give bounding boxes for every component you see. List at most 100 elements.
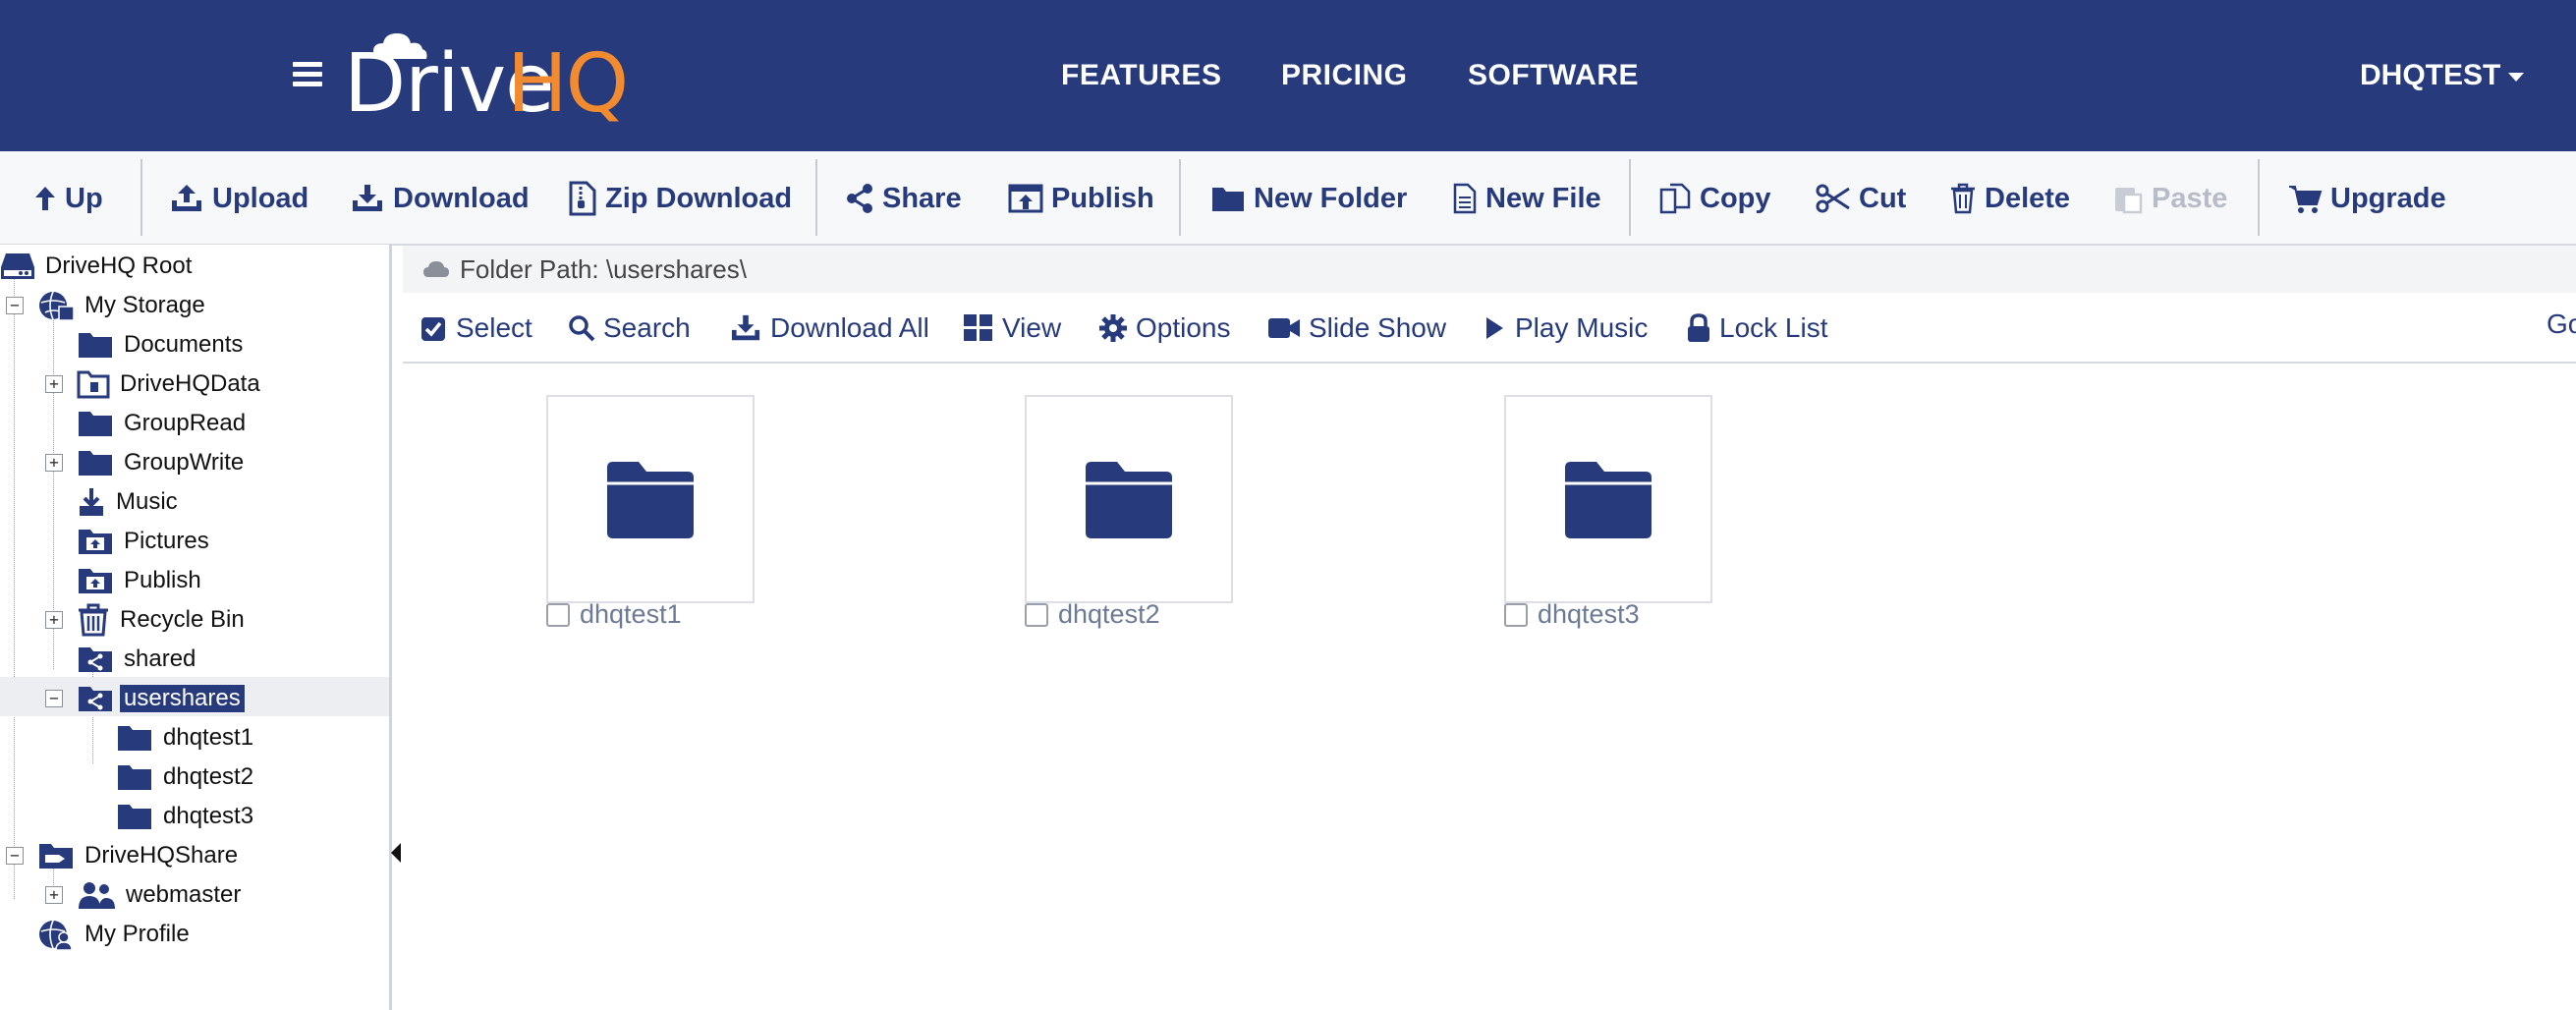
tree-item-dhqtest1[interactable]: dhqtest1 bbox=[116, 720, 257, 756]
profile-globe-icon bbox=[39, 920, 73, 951]
tree-item-dhqtest2[interactable]: dhqtest2 bbox=[116, 759, 257, 795]
collapse-toggle[interactable]: − bbox=[45, 690, 63, 707]
tree-item-usershares[interactable]: usershares bbox=[77, 681, 246, 716]
shopping-cart-icon bbox=[2289, 186, 2323, 213]
search-button[interactable]: Search bbox=[568, 309, 691, 348]
new-folder-button[interactable]: New Folder bbox=[1210, 177, 1407, 220]
globe-storage-icon bbox=[39, 291, 75, 321]
copy-icon bbox=[1659, 183, 1691, 214]
view-button[interactable]: View bbox=[963, 309, 1061, 348]
folder-checkbox[interactable] bbox=[1025, 602, 1048, 627]
chevron-down-icon bbox=[2508, 72, 2525, 82]
share-hub-icon bbox=[39, 844, 73, 869]
tree-item-my-profile[interactable]: My Profile bbox=[37, 917, 194, 952]
play-icon bbox=[1486, 317, 1503, 339]
user-menu[interactable]: DHQTEST bbox=[2360, 59, 2525, 92]
tree-guide-line bbox=[14, 274, 15, 899]
file-toolbar: Up Upload Download Zip Download Share Pu… bbox=[0, 151, 2576, 246]
folder-icon bbox=[118, 726, 151, 751]
tree-item-webmaster[interactable]: webmaster bbox=[77, 877, 245, 913]
toolbar-divider bbox=[2258, 159, 2260, 236]
drivehq-logo[interactable]: Drive HQ bbox=[344, 28, 629, 131]
delete-button[interactable]: Delete bbox=[1949, 177, 2070, 220]
nav-software[interactable]: SOFTWARE bbox=[1468, 59, 1639, 92]
file-icon bbox=[1453, 183, 1477, 214]
zip-file-icon bbox=[569, 181, 596, 216]
upgrade-button[interactable]: Upgrade bbox=[2287, 177, 2446, 220]
options-button[interactable]: Options bbox=[1098, 309, 1231, 348]
select-button[interactable]: Select bbox=[420, 309, 532, 348]
music-download-icon bbox=[80, 488, 103, 516]
collapse-sidebar-arrow-icon[interactable] bbox=[391, 843, 401, 863]
publish-icon bbox=[1008, 184, 1043, 213]
tree-item-shared[interactable]: shared bbox=[77, 642, 199, 677]
logo-hq-text: HQ bbox=[507, 37, 629, 131]
download-all-button[interactable]: Download All bbox=[729, 309, 929, 348]
shared-folder-icon bbox=[79, 687, 112, 711]
slide-show-button[interactable]: Slide Show bbox=[1267, 309, 1446, 348]
paste-button[interactable]: Paste bbox=[2112, 177, 2227, 220]
lock-list-button[interactable]: Lock List bbox=[1686, 309, 1828, 348]
folder-tile-dhqtest2[interactable] bbox=[1025, 395, 1233, 603]
expand-toggle[interactable]: + bbox=[45, 454, 63, 472]
folder-label-dhqtest3[interactable]: dhqtest3 bbox=[1504, 599, 1640, 630]
folder-label-dhqtest2[interactable]: dhqtest2 bbox=[1025, 599, 1160, 630]
zip-download-button[interactable]: Zip Download bbox=[568, 177, 792, 220]
upload-button[interactable]: Upload bbox=[169, 177, 308, 220]
tree-item-documents[interactable]: Documents bbox=[77, 327, 247, 363]
hamburger-menu-icon[interactable] bbox=[293, 62, 322, 87]
folder-checkbox[interactable] bbox=[546, 602, 570, 627]
tree-item-drivehqdata[interactable]: DriveHQData bbox=[77, 366, 264, 402]
toolbar-divider bbox=[815, 159, 817, 236]
nav-features[interactable]: FEATURES bbox=[1061, 59, 1221, 92]
folder-checkbox[interactable] bbox=[1504, 602, 1528, 627]
folder-path: Folder Path: \usershares\ bbox=[460, 253, 747, 284]
folder-icon bbox=[1565, 462, 1652, 538]
folder-icon bbox=[79, 451, 112, 476]
lock-icon bbox=[1688, 313, 1709, 342]
tree-item-music[interactable]: Music bbox=[77, 484, 182, 520]
cut-button[interactable]: Cut bbox=[1816, 177, 1906, 220]
collapse-toggle[interactable]: − bbox=[6, 847, 24, 865]
go-button-partial[interactable]: Go bbox=[2547, 309, 2576, 340]
checkbox-checked-icon bbox=[421, 317, 445, 341]
tree-item-root[interactable]: DriveHQ Root bbox=[0, 249, 196, 284]
hard-drive-icon bbox=[1, 253, 34, 279]
folder-tile-dhqtest3[interactable] bbox=[1504, 395, 1712, 603]
publish-button[interactable]: Publish bbox=[1008, 177, 1154, 220]
paste-icon bbox=[2115, 188, 2143, 214]
new-file-button[interactable]: New File bbox=[1452, 177, 1601, 220]
upload-icon bbox=[172, 185, 201, 211]
download-icon bbox=[731, 314, 760, 341]
folder-tile-dhqtest1[interactable] bbox=[546, 395, 755, 603]
folder-label-dhqtest1[interactable]: dhqtest1 bbox=[546, 599, 682, 630]
data-folder-icon bbox=[77, 370, 110, 399]
tree-item-pictures[interactable]: Pictures bbox=[77, 524, 213, 559]
nav-pricing[interactable]: PRICING bbox=[1281, 59, 1408, 92]
share-icon bbox=[847, 184, 872, 213]
download-icon bbox=[353, 185, 382, 211]
tree-item-drivehqshare[interactable]: DriveHQShare bbox=[37, 838, 242, 873]
tree-item-groupwrite[interactable]: GroupWrite bbox=[77, 445, 248, 480]
toolbar-divider bbox=[1629, 159, 1631, 236]
tree-item-my-storage[interactable]: My Storage bbox=[37, 288, 209, 323]
play-music-button[interactable]: Play Music bbox=[1482, 309, 1648, 348]
share-button[interactable]: Share bbox=[845, 177, 962, 220]
collapse-toggle[interactable]: − bbox=[6, 297, 24, 314]
folder-icon bbox=[118, 805, 151, 829]
expand-toggle[interactable]: + bbox=[45, 886, 63, 904]
shared-folder-icon bbox=[79, 647, 112, 672]
tree-item-groupread[interactable]: GroupRead bbox=[77, 406, 250, 441]
folder-icon bbox=[607, 462, 694, 538]
up-button[interactable]: Up bbox=[33, 177, 103, 220]
copy-button[interactable]: Copy bbox=[1658, 177, 1771, 220]
pictures-folder-icon bbox=[79, 530, 112, 554]
expand-toggle[interactable]: + bbox=[45, 611, 63, 629]
folder-action-bar: Select Search Download All View Options … bbox=[403, 293, 2576, 364]
expand-toggle[interactable]: + bbox=[45, 375, 63, 393]
folder-tree: DriveHQ Root − My Storage Documents + Dr… bbox=[0, 245, 392, 1010]
tree-item-publish[interactable]: Publish bbox=[77, 563, 205, 598]
tree-item-recycle-bin[interactable]: Recycle Bin bbox=[77, 602, 249, 638]
tree-item-dhqtest3[interactable]: dhqtest3 bbox=[116, 799, 257, 834]
download-button[interactable]: Download bbox=[350, 177, 530, 220]
